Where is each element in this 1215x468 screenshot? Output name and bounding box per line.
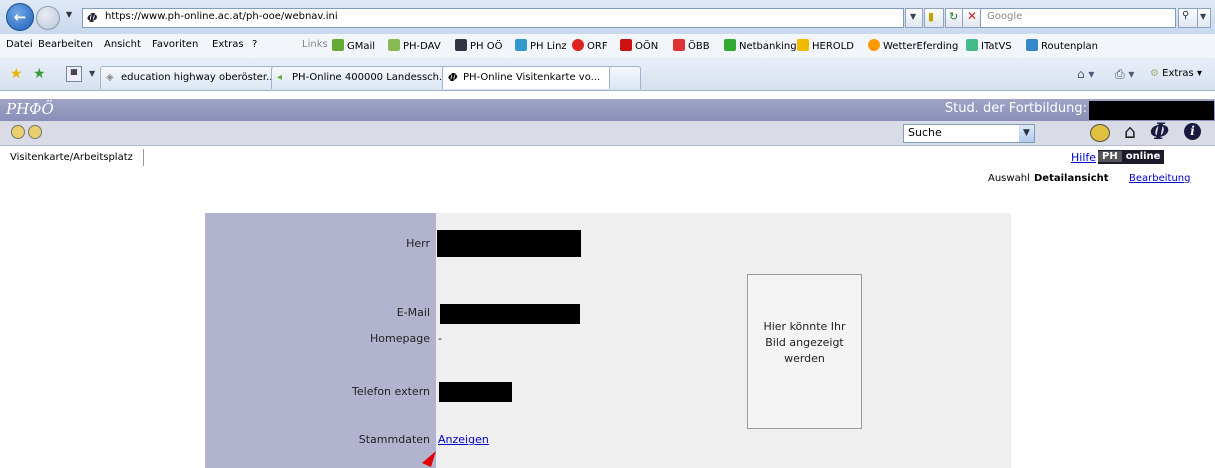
redacted-name [437, 230, 581, 257]
favorites-star-icon[interactable]: ★ [10, 66, 23, 82]
link-oen[interactable]: OÖN [620, 39, 658, 52]
ph-online-brand: PH online [1098, 150, 1165, 164]
master-data-label: Stammdaten [358, 433, 430, 446]
netbanking-icon [724, 39, 736, 51]
menu-bearbeiten[interactable]: Bearbeiten [38, 39, 93, 50]
back-button[interactable]: ← [6, 3, 34, 31]
menu-datei[interactable]: Datei [6, 39, 33, 50]
link-phlinz[interactable]: PH Linz [515, 39, 567, 52]
search-go-button[interactable]: ⚲ [1178, 8, 1198, 28]
view-mode-bearbeitung[interactable]: Bearbeitung [1129, 173, 1190, 184]
menu-extras[interactable]: Extras [212, 39, 244, 50]
ph-icon [455, 39, 467, 51]
ph-icon: Φ [448, 71, 458, 84]
quick-tabs-icon[interactable]: ▦ [66, 66, 82, 82]
menu-bar: Datei Bearbeiten Ansicht Favoriten Extra… [0, 34, 1215, 59]
tab-list-dropdown-icon[interactable]: ▼ [89, 69, 95, 78]
email-label: E-Mail [396, 306, 430, 319]
print-icon[interactable]: ⎙ ▾ [1115, 67, 1134, 82]
oebb-icon [673, 39, 685, 51]
photo-placeholder-text: Hier könnte Ihr Bild angezeigt werden [763, 320, 846, 365]
info-icon[interactable]: i [1184, 123, 1201, 140]
link-orf[interactable]: ORF [572, 39, 608, 52]
app-header: PHΦÖ Stud. der Fortbildung: [0, 99, 1215, 121]
salutation-label: Herr [406, 237, 430, 250]
forward-circle-icon[interactable] [28, 125, 42, 139]
phone-label: Telefon extern [352, 385, 430, 398]
view-mode-auswahl[interactable]: Auswahl [988, 173, 1030, 184]
orf-icon [572, 39, 584, 51]
back-arrow-icon: ← [13, 8, 27, 26]
link-herold[interactable]: HEROLD [797, 39, 854, 52]
browser-search-input[interactable]: Google [980, 8, 1176, 28]
add-favorite-icon[interactable]: ★ [33, 66, 46, 82]
site-favicon-icon: Φ [87, 11, 98, 25]
itatvs-icon [966, 39, 978, 51]
photo-placeholder: Hier könnte Ihr Bild angezeigt werden [747, 274, 862, 429]
forward-button[interactable] [36, 6, 60, 30]
page-icon: ◂ [277, 72, 283, 83]
browser-address-bar: ← ▼ Φ https://www.ph-online.ac.at/ph-ooe… [0, 0, 1215, 35]
lock-icon[interactable]: ▮ [924, 8, 944, 28]
url-text: https://www.ph-online.ac.at/ph-ooe/webna… [105, 11, 338, 22]
tab-ph-online-visitenkarte[interactable]: Φ PH-Online Visitenkarte vo... ✕ [442, 66, 628, 89]
back-circle-icon[interactable] [11, 125, 25, 139]
app-logo: PHΦÖ [6, 100, 54, 118]
gear-icon: ⚙ [1150, 68, 1159, 79]
url-dropdown-button[interactable]: ▼ [905, 8, 923, 28]
menu-favoriten[interactable]: Favoriten [152, 39, 198, 50]
redacted-phone [439, 382, 512, 402]
chevron-down-icon: ▼ [1019, 125, 1034, 142]
ph-logo-icon[interactable]: Φ [1150, 119, 1169, 145]
homepage-value: - [438, 332, 442, 345]
link-wetter[interactable]: WetterEferding [868, 39, 958, 52]
phdav-icon [388, 39, 400, 51]
user-role-label: Stud. der Fortbildung: [944, 101, 1087, 116]
gmail-icon [332, 39, 344, 51]
routenplan-icon [1026, 39, 1038, 51]
ie-page-icon [515, 39, 527, 51]
pointer-arrow-icon [422, 451, 436, 467]
home-icon[interactable]: ⌂ ▾ [1077, 67, 1094, 81]
history-dropdown-icon[interactable]: ▼ [66, 10, 72, 19]
links-label: Links [302, 39, 328, 50]
extras-menu[interactable]: ⚙ Extras ▾ [1150, 68, 1202, 79]
search-select[interactable]: Suche ▼ [903, 124, 1035, 143]
oen-icon [620, 39, 632, 51]
link-oebb[interactable]: ÖBB [673, 39, 710, 52]
menu-help[interactable]: ? [252, 39, 257, 50]
help-link[interactable]: Hilfe [1071, 151, 1096, 164]
menu-ansicht[interactable]: Ansicht [104, 39, 141, 50]
cd-icon[interactable] [1090, 124, 1110, 142]
link-netbanking[interactable]: Netbanking [724, 39, 797, 52]
tab-education-highway[interactable]: ◈ education highway oberöster... [100, 66, 290, 89]
link-phdav[interactable]: PH-DAV [388, 39, 441, 52]
tab-bar: ★ ★ ▦ ▼ ◈ education highway oberöster...… [0, 58, 1215, 91]
tab-ph-online-landesschule[interactable]: ◂ PH-Online 400000 Landessch... [271, 66, 461, 89]
url-field[interactable]: Φ https://www.ph-online.ac.at/ph-ooe/web… [82, 8, 904, 28]
view-mode-detailansicht: Detailansicht [1034, 173, 1109, 184]
link-routenplan[interactable]: Routenplan [1026, 39, 1098, 52]
show-master-data-link[interactable]: Anzeigen [438, 433, 489, 446]
weather-icon [868, 39, 880, 51]
link-phooe[interactable]: PH OÖ [455, 39, 502, 52]
homepage-label: Homepage [370, 332, 430, 345]
search-engine-dropdown[interactable]: ▼ [1197, 8, 1211, 28]
tab-visitenkarte[interactable]: Visitenkarte/Arbeitsplatz [6, 149, 144, 166]
page-icon: ◈ [106, 72, 114, 83]
redacted-user-name [1089, 101, 1214, 120]
home-icon[interactable]: ⌂ [1124, 121, 1136, 143]
herold-icon [797, 39, 809, 51]
new-tab-button[interactable] [609, 66, 641, 89]
link-itatvs[interactable]: ITatVS [966, 39, 1012, 52]
stop-button[interactable]: ✕ [962, 8, 982, 28]
link-gmail[interactable]: GMail [332, 39, 375, 52]
redacted-email [440, 304, 580, 324]
